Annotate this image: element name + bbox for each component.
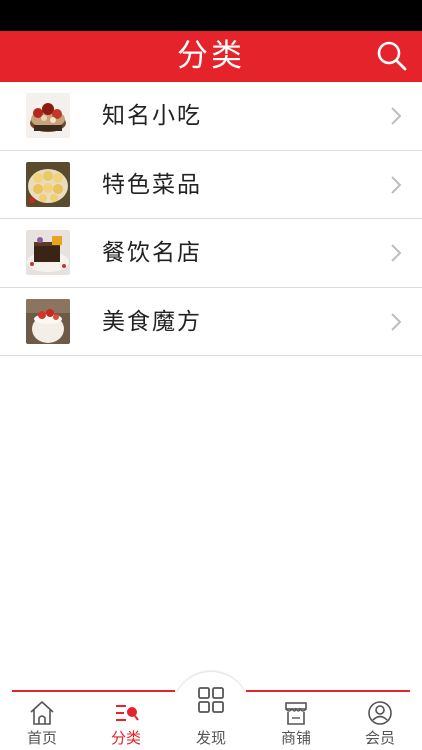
chevron-right-icon — [391, 312, 402, 331]
tab-label: 商铺 — [280, 729, 311, 747]
category-icon — [116, 705, 139, 721]
category-item[interactable]: 美食魔方 — [0, 287, 422, 356]
tab-store[interactable]: 商铺 — [254, 690, 338, 750]
category-list: 知名小吃 特色菜品 餐饮名店 美食魔方 — [0, 82, 422, 356]
food-photo-thumbnail — [26, 298, 70, 344]
search-button[interactable] — [376, 40, 408, 72]
category-item[interactable]: 餐饮名店 — [0, 219, 422, 288]
page-title: 分类 — [177, 38, 245, 74]
status-bar — [0, 0, 422, 31]
category-label: 特色菜品 — [102, 171, 202, 198]
tab-label: 分类 — [110, 729, 141, 747]
category-label: 美食魔方 — [102, 308, 202, 335]
tab-label: 发现 — [195, 729, 226, 747]
category-item[interactable]: 特色菜品 — [0, 150, 422, 219]
top-bar: 分类 — [0, 31, 422, 82]
tab-home[interactable]: 首页 — [0, 690, 84, 750]
user-icon — [368, 701, 392, 725]
grid-icon — [198, 687, 224, 713]
search-icon — [377, 41, 407, 71]
store-icon — [285, 702, 307, 725]
category-label: 餐饮名店 — [102, 240, 202, 266]
food-photo-thumbnail — [26, 230, 70, 275]
home-icon — [30, 701, 54, 725]
tab-label: 首页 — [26, 729, 57, 747]
tab-label: 会员 — [364, 729, 395, 747]
category-item[interactable]: 知名小吃 — [0, 82, 422, 151]
tab-discover[interactable]: 发现 — [173, 672, 249, 750]
chevron-right-icon — [391, 107, 402, 125]
food-photo-thumbnail — [26, 161, 70, 207]
category-label: 知名小吃 — [102, 103, 202, 129]
tab-category[interactable]: 分类 — [84, 690, 168, 750]
chevron-right-icon — [391, 244, 402, 262]
food-photo-thumbnail — [26, 93, 70, 138]
tab-member[interactable]: 会员 — [338, 690, 422, 750]
chevron-right-icon — [391, 175, 402, 194]
